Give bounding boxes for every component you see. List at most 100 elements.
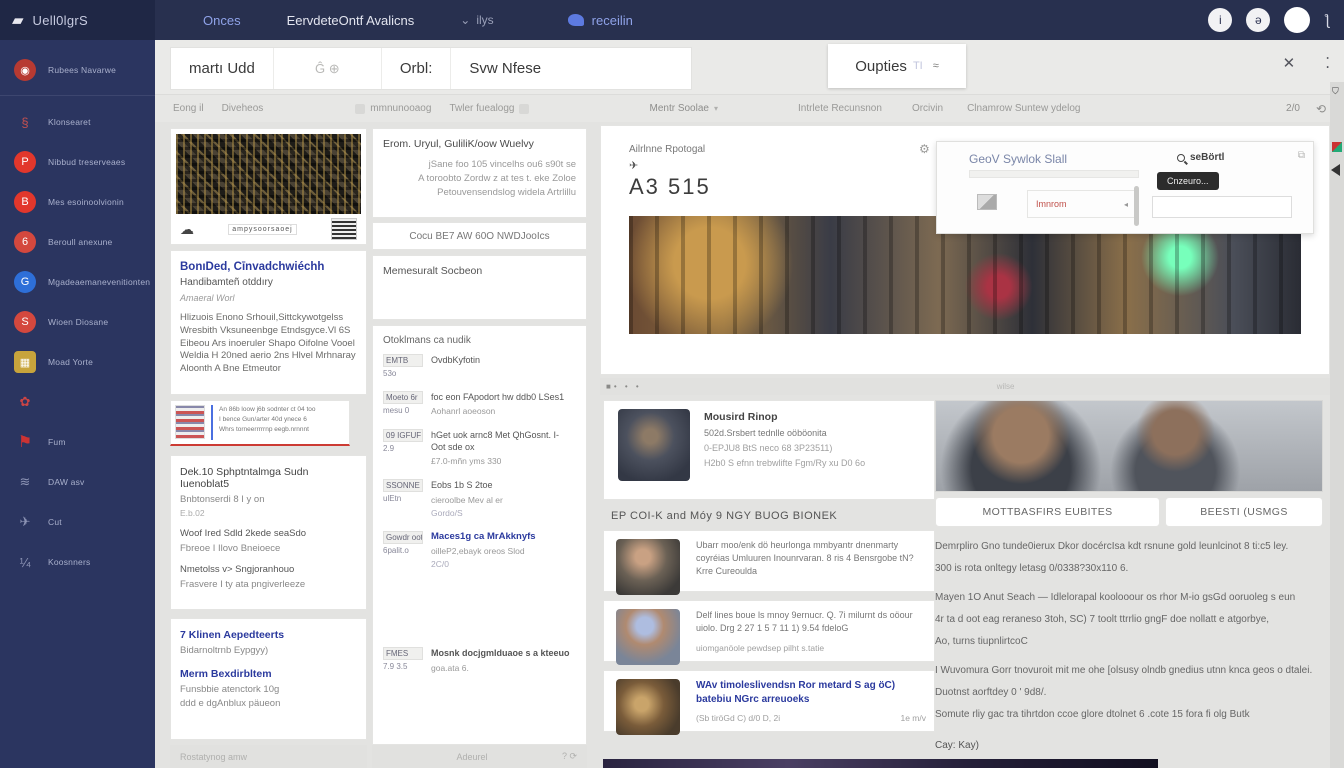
list-item[interactable]: 09 IGFUF 2.9 hGet uok arnc8 Met QhGosnt.…: [383, 429, 576, 466]
filter-item-7[interactable]: Clnamrow Suntew ydelog: [967, 103, 1080, 114]
page-counter: 2/0: [1286, 103, 1300, 114]
filter-item-5[interactable]: Intrlete Recunsnon: [798, 103, 882, 114]
sidebar-item-1[interactable]: § Klonsearet: [0, 102, 155, 142]
row-meta: 2C/0: [431, 559, 536, 569]
feed-icon-9: ⚑: [14, 431, 36, 453]
row-thumb: Gowdr oot 6palit.o: [383, 531, 423, 570]
close-icon[interactable]: ✕: [1283, 54, 1296, 72]
filter-menu[interactable]: Mentr Soolae▾: [649, 103, 718, 114]
tab-2[interactable]: BEESTI (USMGS: [1165, 497, 1323, 527]
list-item[interactable]: Nmetolss v> Sngjoranhouo Frasvere I ty a…: [180, 564, 357, 590]
nav-item-2[interactable]: EervdeteOntf Avalicns: [287, 13, 415, 28]
search-segment-2[interactable]: Orbl:: [382, 48, 452, 89]
row-sub: £7.0-mñn yms 330: [431, 456, 576, 466]
featured-news-item[interactable]: Mousird Rinop 502d.Srsbert tednlle oöböo…: [603, 400, 935, 500]
refresh-icon[interactable]: ⟲: [1316, 102, 1326, 116]
news-item[interactable]: Ubarr moo/enk dö heurlonga mmbyantr dnen…: [603, 530, 935, 592]
sidebar-item-6[interactable]: S Wioen Diosane: [0, 302, 155, 342]
select-value: Imnrom: [1036, 199, 1067, 209]
filter-item-6[interactable]: Orcivin: [912, 103, 943, 114]
column-1-footer: Rostatynog amw: [170, 745, 367, 768]
row-title[interactable]: OvdbKyfotin: [431, 354, 480, 366]
sidebar-item-3[interactable]: B Mes esoinoolvionin: [0, 182, 155, 222]
tab-1[interactable]: MOTTBASFIRS EUBITES: [935, 497, 1160, 527]
feed-icon-8: ✿: [14, 391, 36, 413]
info-button[interactable]: i: [1208, 8, 1232, 32]
user-avatar[interactable]: [1284, 7, 1310, 33]
photo-card[interactable]: ☁ ampysoorsaoej: [170, 128, 367, 245]
collapse-arrow-icon[interactable]: [1331, 164, 1340, 176]
row-title[interactable]: Eobs 1b S 2toe: [431, 479, 503, 491]
filter-item-4[interactable]: Twler fuealogg: [449, 103, 529, 114]
sidebar-label-5: Mgadeaemanevenitionten: [48, 277, 150, 287]
sidebar-item-9[interactable]: ⚑ Fum: [0, 422, 155, 462]
more-icon[interactable]: ⁚: [1325, 54, 1330, 72]
search-segment-3[interactable]: Svw Nfese: [451, 48, 559, 89]
list-item[interactable]: Moeto 6r mesu 0 foc eon FApodort hw ddb0…: [383, 391, 576, 416]
filter-item-2[interactable]: Diveheos: [222, 103, 264, 114]
app-logo-icon: ▰: [12, 11, 24, 29]
news-item[interactable]: WAv timoleslivendsn Ror metard S ag öC) …: [603, 670, 935, 732]
list-card[interactable]: Dek.10 Sphptntalmga Sudn Iuenoblat5 Bnbt…: [170, 455, 367, 610]
news-title[interactable]: Mousird Rinop: [704, 411, 924, 423]
widget-scrollbar[interactable]: [1134, 186, 1139, 226]
brand-zone[interactable]: ▰ Uell0lgrS: [0, 0, 155, 40]
section-card[interactable]: Memesuralt Socbeon: [372, 255, 587, 320]
mini-ad-card[interactable]: An 86b loow j6b sodnter ct 04 too I benc…: [170, 400, 350, 446]
sidebar-item-10[interactable]: ≋ DAW asv: [0, 462, 155, 502]
pager-dots[interactable]: ■• • •: [606, 382, 642, 391]
widget-text-input[interactable]: [1152, 196, 1292, 218]
flag-icon[interactable]: [1332, 142, 1342, 152]
gear-icon[interactable]: ⚙: [919, 142, 930, 156]
article-subtitle: Handibamteñ otddıry: [180, 277, 357, 288]
news-item[interactable]: Delf lines boue ls mnoy 9ernucr. Q. 7i m…: [603, 600, 935, 662]
news-link[interactable]: WAv timoleslivendsn Ror metard S ag öC) …: [696, 679, 926, 707]
list-item[interactable]: EMTB 53o OvdbKyfotin: [383, 354, 576, 378]
help-button[interactable]: ə: [1246, 8, 1270, 32]
widget-select[interactable]: Imnrom ◂: [1027, 190, 1137, 218]
list-item[interactable]: FMES 7.9 3.5 Mosnk docjgmlduaoe s a ktee…: [383, 647, 576, 672]
article-title[interactable]: BonıDed, Cīnvadchwiéchh: [180, 261, 357, 273]
sidebar-item-5[interactable]: G Mgadeaemanevenitionten: [0, 262, 155, 302]
list-title[interactable]: Dek.10 Sphptntalmga Sudn Iuenoblat5: [180, 466, 357, 490]
row-title[interactable]: foc eon FApodort hw ddb0 LSes1: [431, 391, 564, 403]
article-pane: MOTTBASFIRS EUBITES BEESTI (USMGS Demrpl…: [935, 400, 1330, 760]
sidebar-item-4[interactable]: 6 Beroull anexune: [0, 222, 155, 262]
sidebar-item-7[interactable]: ▦ Moad Yorte: [0, 342, 155, 382]
bookmark-icon[interactable]: ⛉: [1332, 86, 1339, 97]
right-scroll-rail[interactable]: ⛉: [1330, 82, 1344, 768]
sidebar-item-8[interactable]: ✿: [0, 382, 155, 422]
content-area: ☁ ampysoorsaoej BonıDed, Cīnvadchwiéchh …: [155, 122, 1332, 768]
sidebar-item-11[interactable]: ✈ Cut: [0, 502, 155, 542]
widget-search[interactable]: seBörtl: [1177, 152, 1224, 163]
sidebar-item-0[interactable]: ◉ Rubees Navarwe: [0, 50, 155, 96]
handle-icon[interactable]: ƪ: [1324, 12, 1330, 29]
footer-icons[interactable]: ? ⟳: [562, 751, 577, 762]
quote-title[interactable]: Erom. Uryul, GuliliK/oow Wuelvy: [383, 138, 576, 150]
quote-card[interactable]: Erom. Uryul, GuliliK/oow Wuelvy jSane fo…: [372, 128, 587, 218]
row-title[interactable]: hGet uok arnc8 Met QhGosnt. I- Oot sde o…: [431, 429, 576, 453]
sidebar-item-12[interactable]: ¼ Koosnners: [0, 542, 155, 582]
feeds-sidebar: ◉ Rubees Navarwe § Klonsearet P Nibbud t…: [0, 40, 155, 768]
nav-item-3[interactable]: ⌄ilys: [460, 13, 493, 27]
link-title-1[interactable]: 7 Klinen Aepedteerts: [180, 629, 357, 641]
row-title-link[interactable]: Maces1g ca MrAkknyfs: [431, 531, 536, 544]
article-card-1[interactable]: BonıDed, Cīnvadchwiéchh Handibamteñ otdd…: [170, 250, 367, 395]
segment-lock-icons[interactable]: Ĝ ⊕: [274, 48, 382, 89]
list-item[interactable]: Woof Ired Sdld 2kede seaSdo Fbreoe I Ilo…: [180, 528, 357, 554]
notification-action[interactable]: receilin: [568, 13, 633, 28]
load-more-button[interactable]: Cocu BE7 AW 60O NWDJooIcs: [372, 222, 587, 250]
list-item[interactable]: SSONNE ulEtn Eobs 1b S 2toe cieroolbe Me…: [383, 479, 576, 517]
link-title-2[interactable]: Merm Bexdirbltem: [180, 668, 357, 680]
links-card[interactable]: 7 Klinen Aepedteerts Bidarnoltrnb Eypgyy…: [170, 618, 367, 740]
list-item[interactable]: Gowdr oot 6palit.o Maces1g ca MrAkknyfs …: [383, 531, 576, 570]
search-segment-1[interactable]: martı Udd: [171, 48, 274, 89]
options-button[interactable]: Oupties TI ≈: [828, 44, 966, 88]
expand-icon[interactable]: ⧉: [1298, 150, 1305, 161]
sidebar-label-9: Fum: [48, 437, 66, 447]
sidebar-item-2[interactable]: P Nibbud treserveaes: [0, 142, 155, 182]
nav-item-1[interactable]: Onces: [203, 13, 241, 28]
filter-item-3[interactable]: mmnunooaog: [355, 103, 431, 114]
row-title[interactable]: Mosnk docjgmlduaoe s a kteeuo: [431, 647, 570, 659]
filter-item-1[interactable]: Eong il: [173, 103, 204, 114]
